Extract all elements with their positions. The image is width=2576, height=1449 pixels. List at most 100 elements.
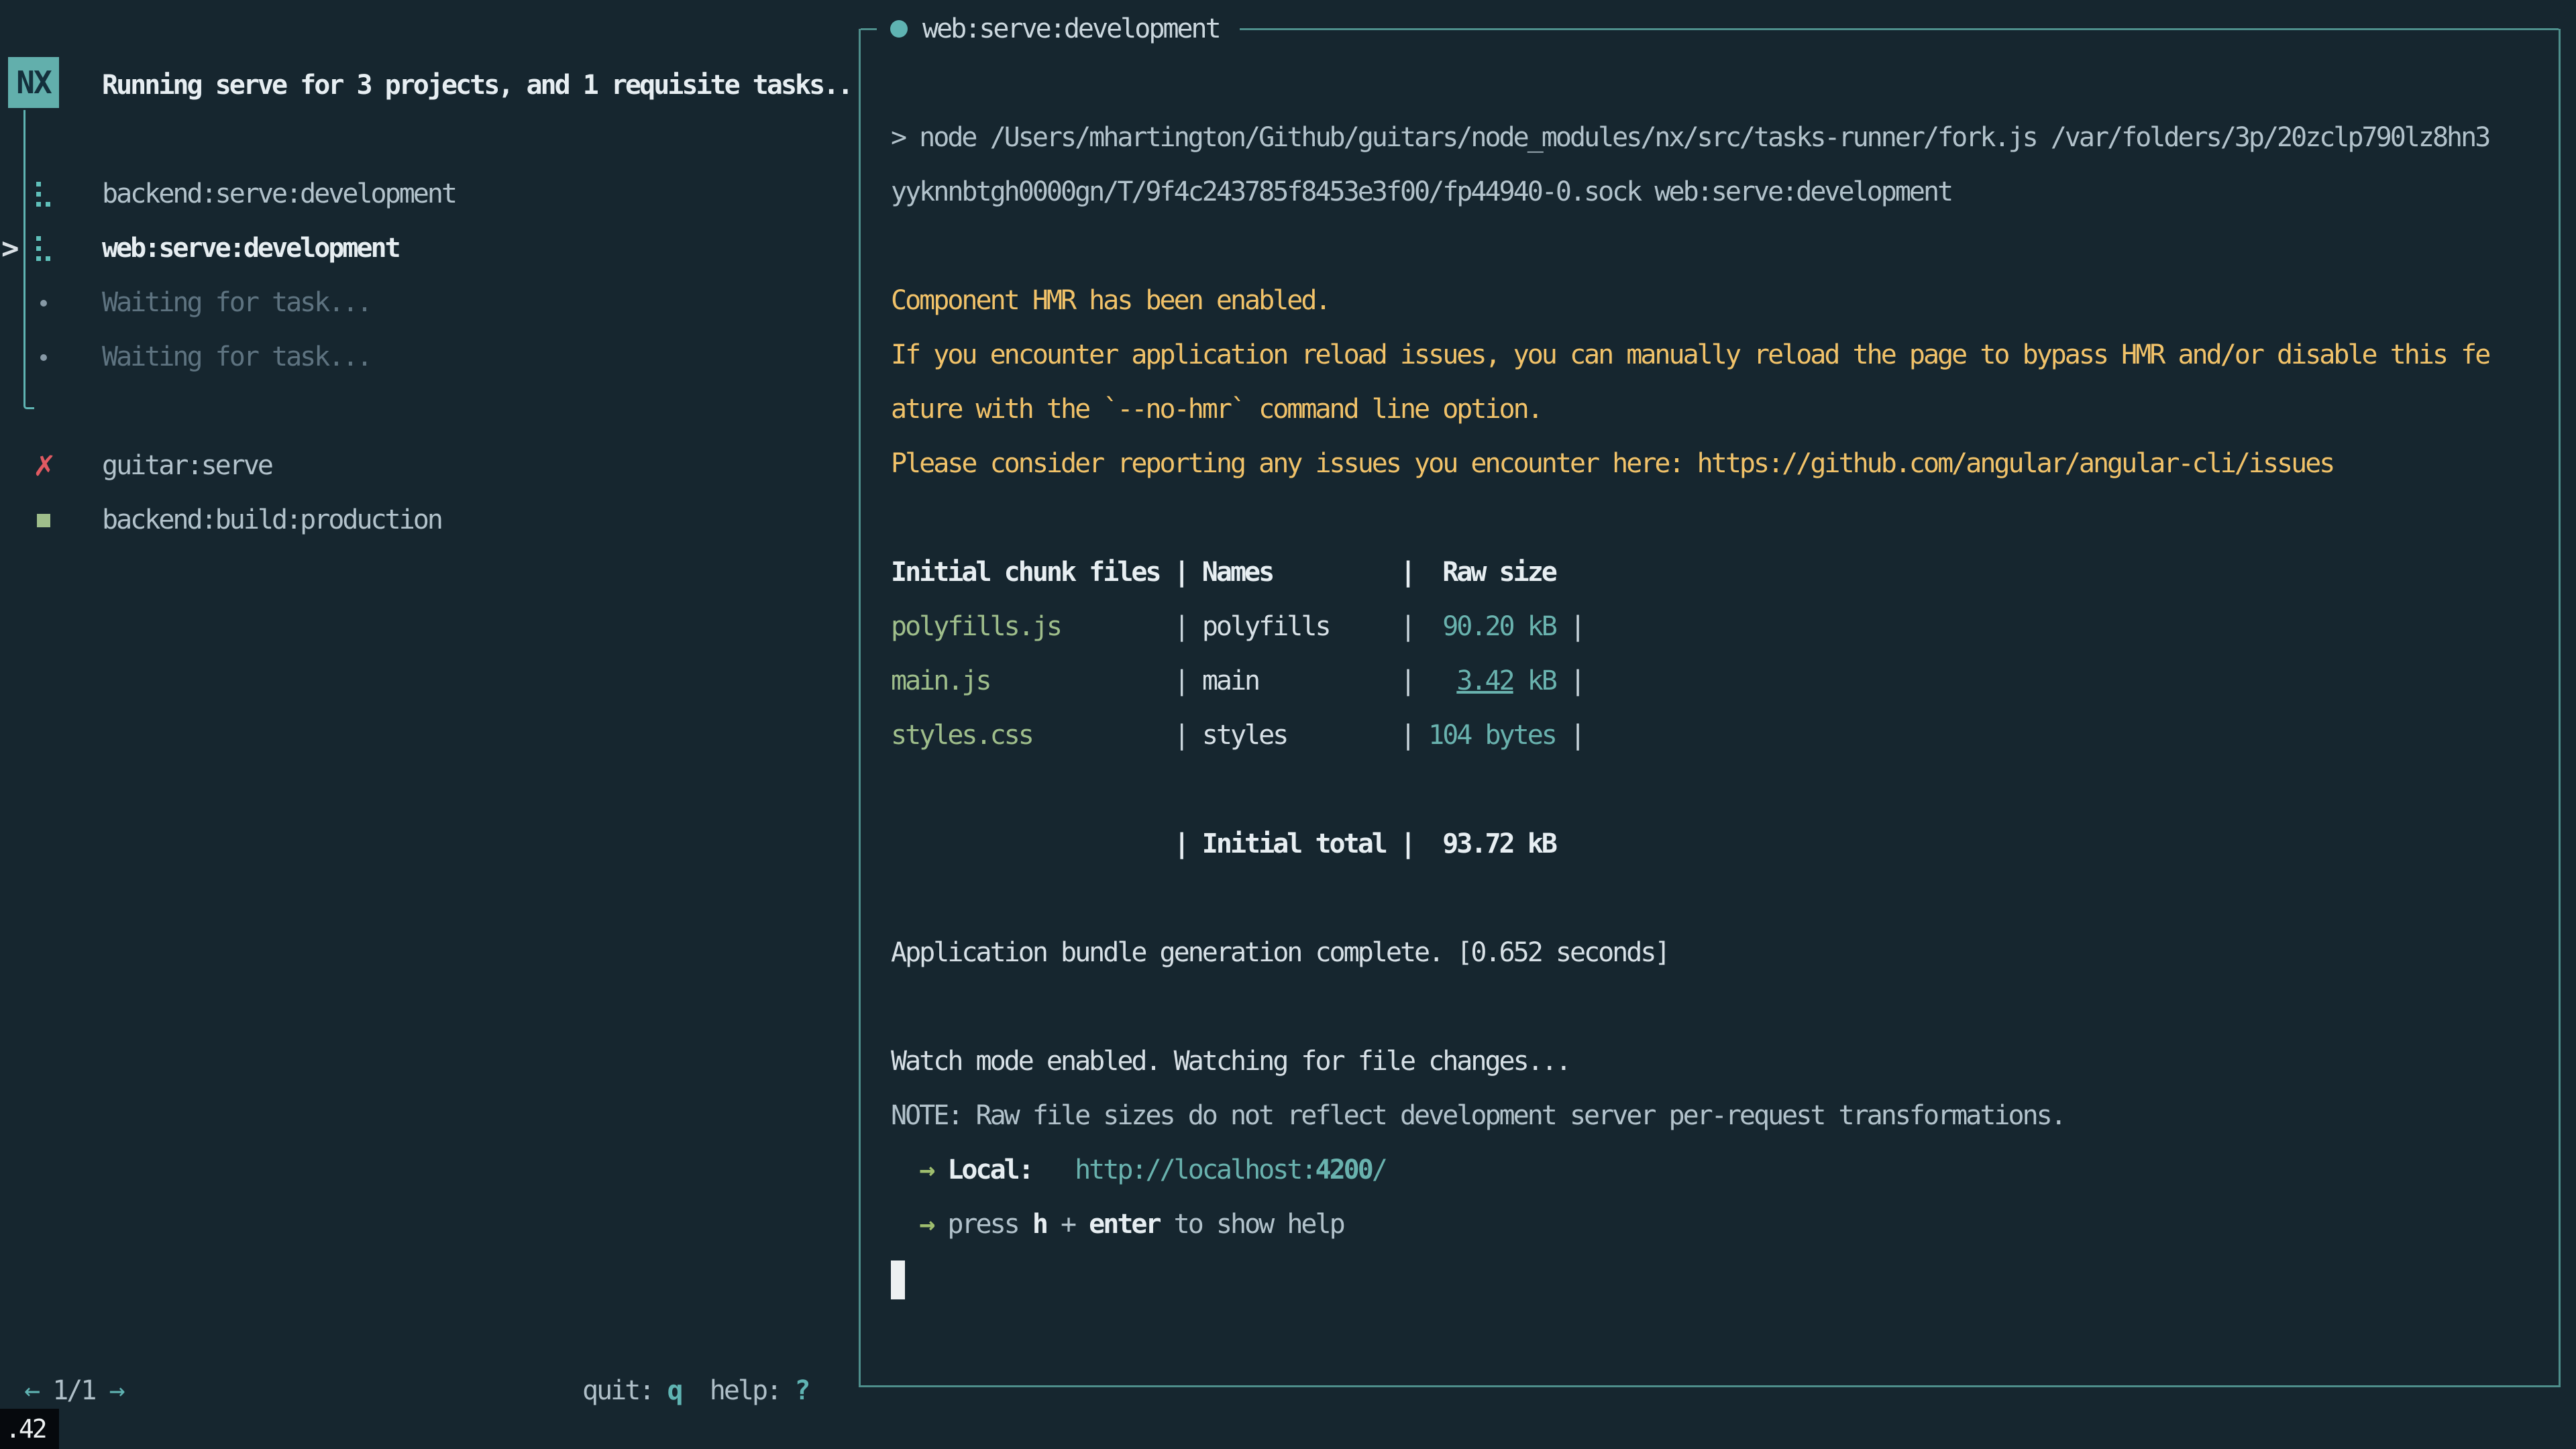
- task-label: guitar:serve: [102, 439, 272, 493]
- task-row-Waiting-for-task-[interactable]: Waiting for task...: [0, 330, 859, 384]
- terminal-text: 3.42: [1456, 665, 1513, 696]
- terminal-text: yyknnbtgh0000gn/T/9f4c243785f8453e3f00/f…: [891, 176, 1951, 207]
- terminal-line: If you encounter application reload issu…: [891, 328, 2559, 382]
- terminal-line: NOTE: Raw file sizes do not reflect deve…: [891, 1089, 2559, 1143]
- terminal-text: press: [947, 1209, 1032, 1240]
- terminal-text: kB: [1513, 665, 1556, 696]
- terminal-text: |: [1400, 665, 1428, 696]
- terminal-text: Application bundle generation complete. …: [891, 937, 1669, 968]
- terminal-text: →: [891, 1155, 947, 1185]
- terminal-text: Watch mode enabled. Watching for file ch…: [891, 1046, 1570, 1077]
- terminal-text: +: [1046, 1209, 1089, 1240]
- terminal-output: > node /Users/mhartington/Github/guitars…: [861, 29, 2559, 1306]
- terminal-text: polyfills: [1202, 611, 1400, 642]
- terminal-text: styles.css: [891, 720, 1174, 751]
- terminal-text: |: [1174, 665, 1202, 696]
- help-hint-label: help:: [682, 1375, 795, 1406]
- help-key: ?: [794, 1375, 808, 1406]
- local-url-link[interactable]: /: [1372, 1155, 1386, 1185]
- task-label: backend:serve:development: [102, 167, 455, 221]
- pager-label: 1/1: [38, 1375, 109, 1406]
- terminal-text: Initial chunk files | Names | Raw size: [891, 557, 1556, 588]
- block-cursor: [891, 1260, 905, 1299]
- local-url-link[interactable]: http://localhost:: [1075, 1155, 1315, 1185]
- task-label: Waiting for task...: [102, 276, 371, 330]
- terminal-text: main: [1202, 665, 1400, 696]
- quit-hint-label: quit:: [582, 1375, 667, 1406]
- terminal-text: styles: [1202, 720, 1400, 751]
- task-row-guitar-serve[interactable]: ✗guitar:serve: [0, 439, 859, 493]
- terminal-text: > node /Users/mhartington/Github/guitars…: [891, 122, 2489, 153]
- terminal-line: > node /Users/mhartington/Github/guitars…: [891, 111, 2559, 165]
- terminal-text: h: [1032, 1209, 1046, 1240]
- task-list: backend:serve:development > web:serve:deve…: [0, 167, 859, 547]
- panel-border-line: [1240, 28, 2559, 30]
- terminal-text: Please consider reporting any issues you…: [891, 448, 2333, 479]
- terminal-text: polyfills.js: [891, 611, 1174, 642]
- terminal-line: [891, 980, 2559, 1034]
- running-status-dot-icon: [890, 20, 908, 38]
- terminal-line: | Initial total | 93.72 kB: [891, 817, 2559, 871]
- terminal-line: styles.css | styles | 104 bytes |: [891, 708, 2559, 763]
- terminal-line: [891, 871, 2559, 926]
- terminal-text: to show help: [1160, 1209, 1344, 1240]
- terminal-text: main.js: [891, 665, 1174, 696]
- terminal-badge: .42: [0, 1409, 59, 1449]
- run-summary-title: Running serve for 3 projects, and 1 requ…: [102, 59, 851, 111]
- task-row-web-serve-development[interactable]: > web:serve:development: [0, 221, 859, 276]
- terminal-text: [1428, 665, 1456, 696]
- terminal-text: [1032, 1155, 1075, 1185]
- task-row-backend-build-production[interactable]: backend:build:production: [0, 493, 859, 547]
- terminal-line: [891, 491, 2559, 545]
- terminal-text: | Initial total | 93.72 kB: [891, 828, 1556, 859]
- spinner-icon: [23, 167, 64, 221]
- local-url-link[interactable]: 4200: [1315, 1155, 1371, 1185]
- keyboard-hints: quit: q help: ?: [582, 1364, 808, 1417]
- task-row-backend-serve-development[interactable]: backend:serve:development: [0, 167, 859, 221]
- terminal-text: |: [1556, 720, 1584, 751]
- terminal-text: |: [1174, 720, 1202, 751]
- terminal-text: NOTE: Raw file sizes do not reflect deve…: [891, 1100, 2065, 1131]
- terminal-text: |: [1174, 611, 1202, 642]
- terminal-line: ature with the `--no-hmr` command line o…: [891, 382, 2559, 437]
- terminal-line: main.js | main | 3.42 kB |: [891, 654, 2559, 708]
- terminal-text: 90.20 kB: [1428, 611, 1556, 642]
- terminal-line: Initial chunk files | Names | Raw size: [891, 545, 2559, 600]
- success-square-icon: [23, 493, 64, 547]
- task-label: web:serve:development: [102, 221, 399, 276]
- panel-header: web:serve:development: [861, 9, 2559, 49]
- nx-logo: NX: [8, 57, 59, 108]
- task-runner-sidebar: NX Running serve for 3 projects, and 1 r…: [0, 0, 859, 1449]
- terminal-text: →: [891, 1209, 947, 1240]
- terminal-line: → Local: http://localhost:4200/: [891, 1143, 2559, 1197]
- nx-logo-text: NX: [16, 64, 50, 101]
- task-label: backend:build:production: [102, 493, 441, 547]
- terminal-text: ature with the `--no-hmr` command line o…: [891, 394, 1542, 425]
- terminal-text: enter: [1089, 1209, 1159, 1240]
- terminal-line: [891, 763, 2559, 817]
- task-output-panel: web:serve:development > node /Users/mhar…: [859, 29, 2561, 1387]
- terminal-text: If you encounter application reload issu…: [891, 339, 2489, 370]
- terminal-line: polyfills.js | polyfills | 90.20 kB |: [891, 600, 2559, 654]
- task-row-Waiting-for-task-[interactable]: Waiting for task...: [0, 276, 859, 330]
- terminal-line: yyknnbtgh0000gn/T/9f4c243785f8453e3f00/f…: [891, 165, 2559, 219]
- terminal-text: |: [1400, 720, 1428, 751]
- terminal-text: |: [1556, 665, 1584, 696]
- waiting-dot-icon: [23, 330, 64, 384]
- terminal-line: [891, 219, 2559, 274]
- task-label: Waiting for task...: [102, 330, 371, 384]
- terminal-line: → press h + enter to show help: [891, 1197, 2559, 1252]
- terminal-line: Watch mode enabled. Watching for file ch…: [891, 1034, 2559, 1089]
- waiting-dot-icon: [23, 276, 64, 330]
- terminal-line: Please consider reporting any issues you…: [891, 437, 2559, 491]
- terminal-text: |: [1400, 611, 1428, 642]
- pager-next-arrow-icon[interactable]: →: [109, 1375, 123, 1406]
- panel-title: web:serve:development: [922, 13, 1220, 44]
- terminal-text: 104 bytes: [1428, 720, 1556, 751]
- selection-caret-icon: >: [1, 221, 17, 276]
- terminal-text: Component HMR has been enabled.: [891, 285, 1330, 316]
- terminal-line: Application bundle generation complete. …: [891, 926, 2559, 980]
- terminal-line: Component HMR has been enabled.: [891, 274, 2559, 328]
- pager-prev-arrow-icon[interactable]: ←: [24, 1375, 38, 1406]
- terminal-text: |: [1556, 611, 1584, 642]
